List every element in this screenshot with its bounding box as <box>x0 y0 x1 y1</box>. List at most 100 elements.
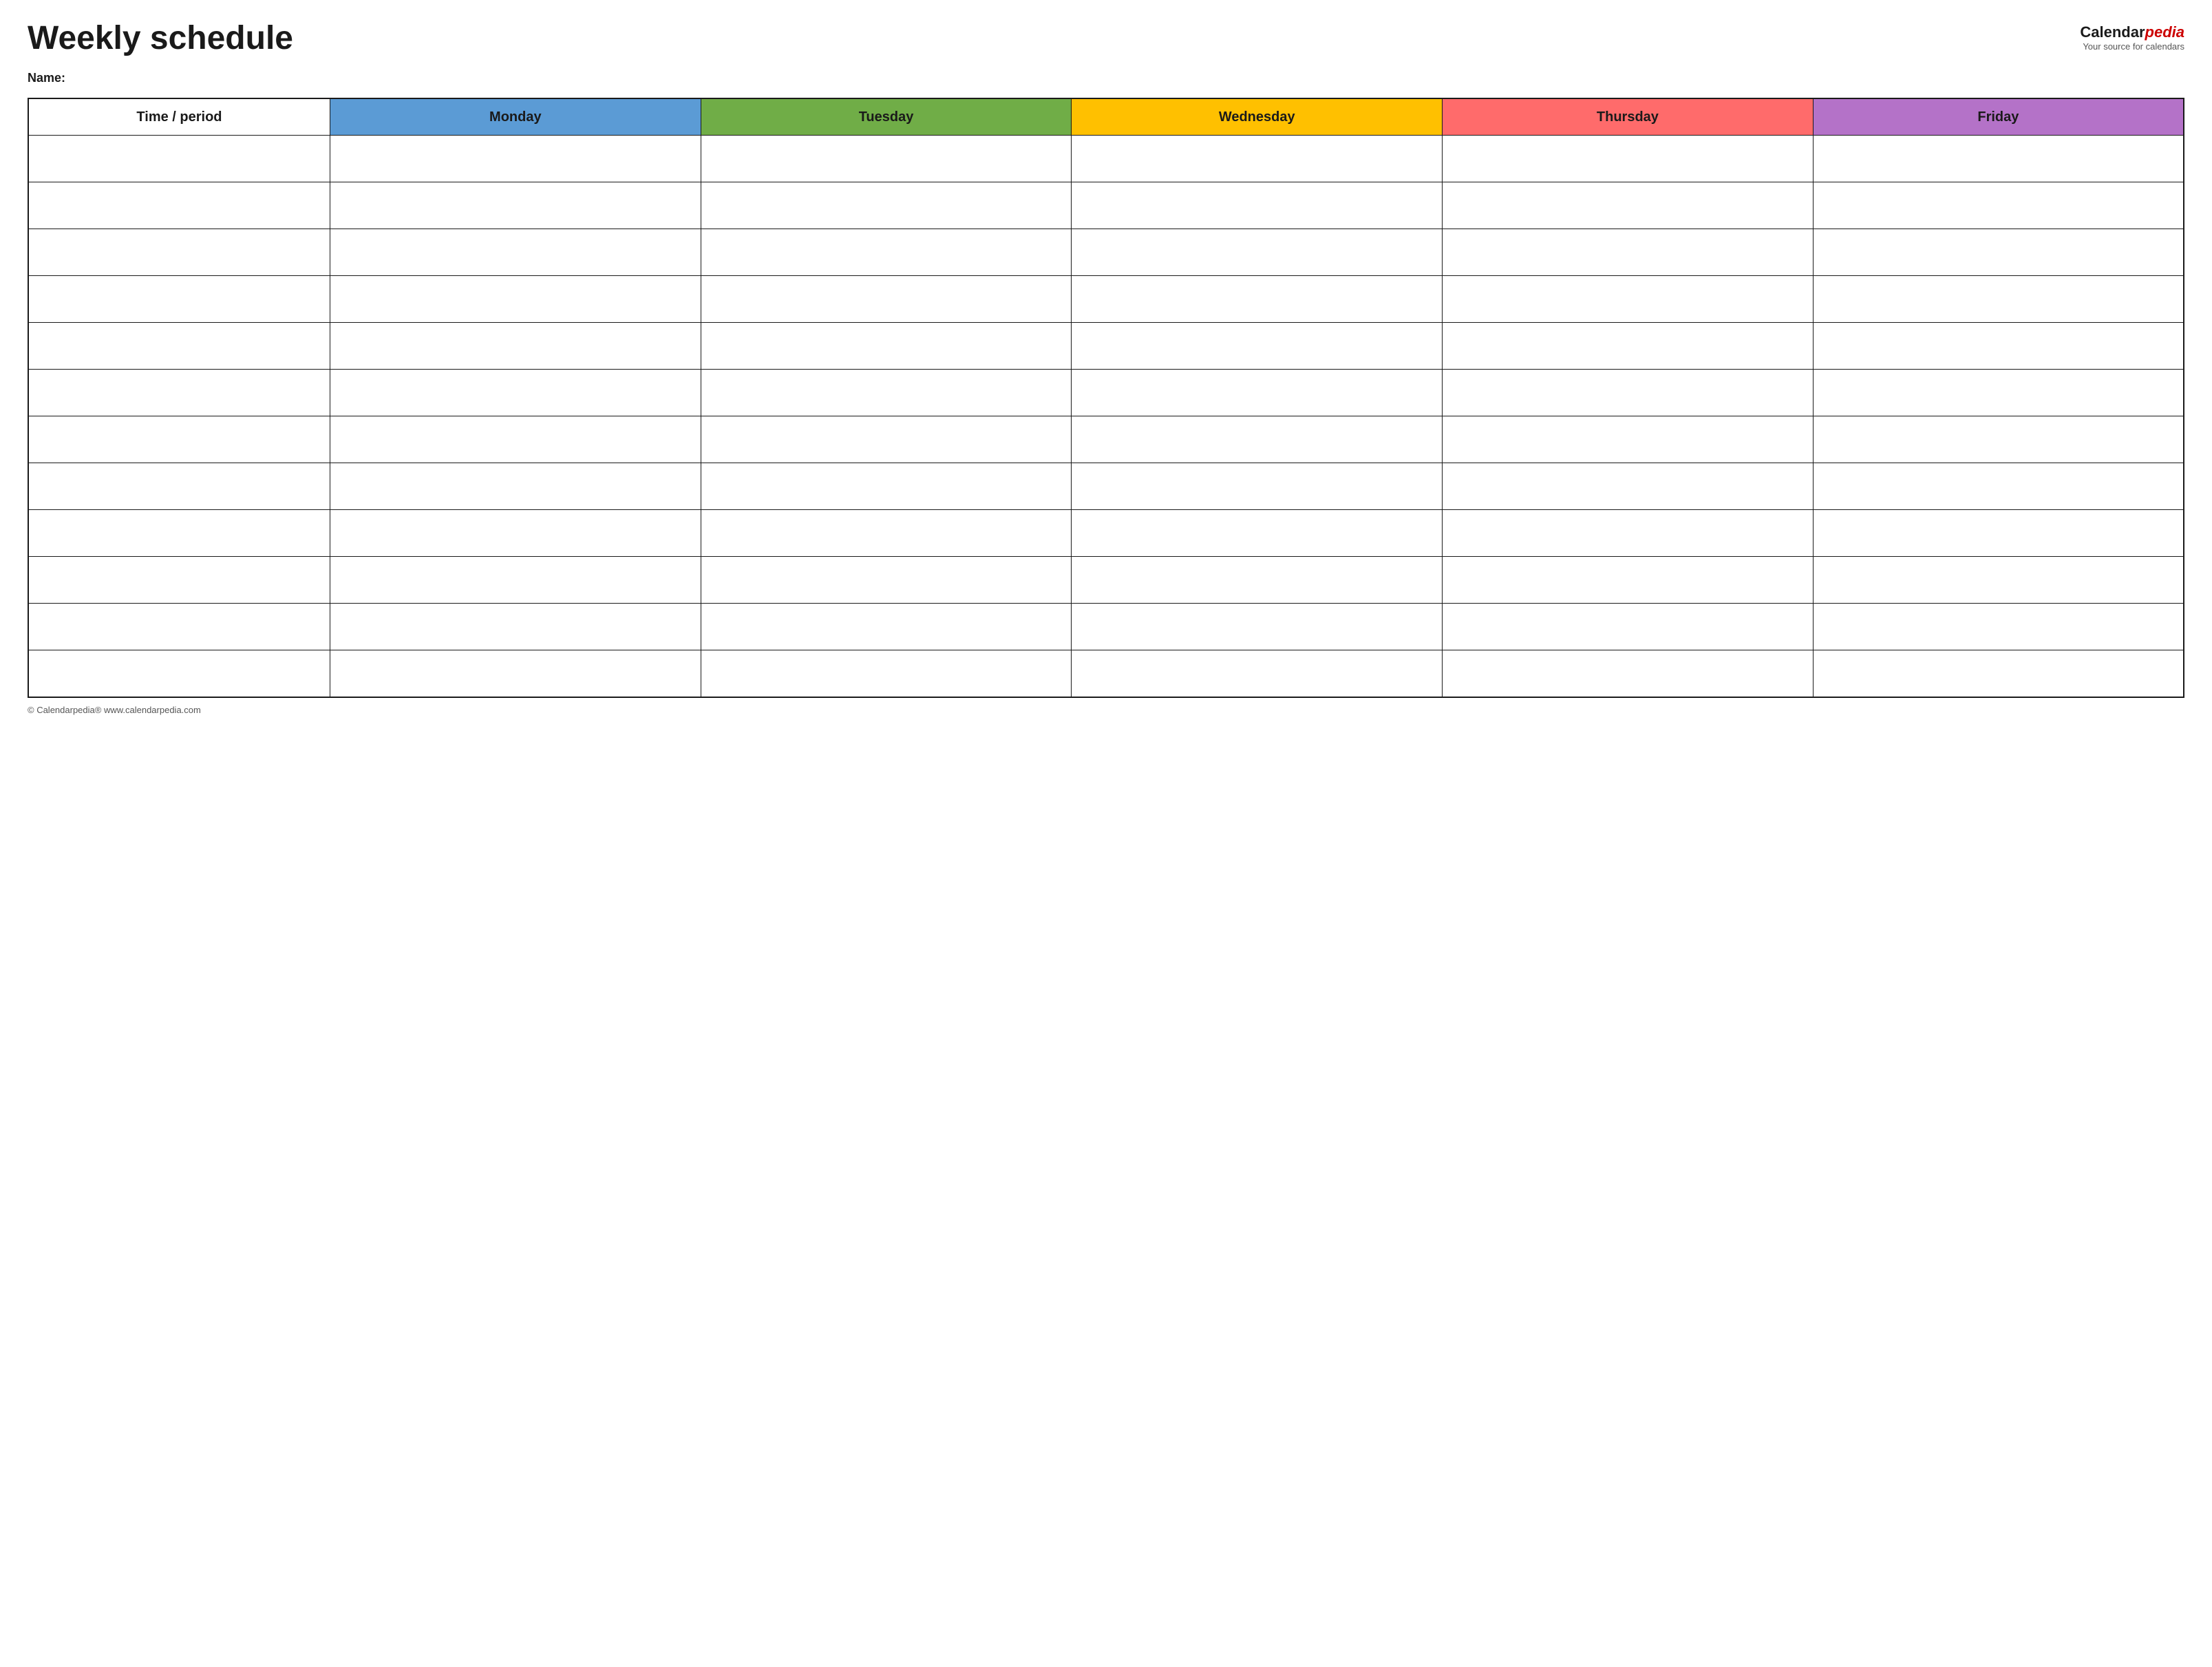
table-cell[interactable] <box>1443 510 1814 557</box>
table-cell[interactable] <box>1443 276 1814 323</box>
table-cell[interactable] <box>330 650 701 697</box>
table-row <box>28 136 2184 182</box>
table-cell[interactable] <box>28 650 330 697</box>
table-row <box>28 229 2184 276</box>
table-cell[interactable] <box>1443 463 1814 510</box>
table-cell[interactable] <box>330 463 701 510</box>
table-cell[interactable] <box>1072 182 1443 229</box>
table-cell[interactable] <box>28 323 330 370</box>
table-cell[interactable] <box>701 650 1072 697</box>
table-cell[interactable] <box>330 416 701 463</box>
table-cell[interactable] <box>28 604 330 650</box>
table-cell[interactable] <box>28 182 330 229</box>
table-cell[interactable] <box>1072 229 1443 276</box>
table-row <box>28 463 2184 510</box>
schedule-table: Time / period Monday Tuesday Wednesday T… <box>28 98 2184 698</box>
table-row <box>28 650 2184 697</box>
table-cell[interactable] <box>1443 557 1814 604</box>
table-cell[interactable] <box>330 370 701 416</box>
table-cell[interactable] <box>1443 323 1814 370</box>
table-cell[interactable] <box>701 604 1072 650</box>
table-cell[interactable] <box>1072 276 1443 323</box>
name-section: Name: <box>28 71 2184 85</box>
logo-pedia-part: pedia <box>2145 23 2184 41</box>
header-friday: Friday <box>1813 98 2184 136</box>
table-cell[interactable] <box>701 323 1072 370</box>
table-cell[interactable] <box>1072 416 1443 463</box>
table-cell[interactable] <box>1813 136 2184 182</box>
table-cell[interactable] <box>330 557 701 604</box>
table-row <box>28 557 2184 604</box>
table-cell[interactable] <box>330 229 701 276</box>
table-cell[interactable] <box>28 510 330 557</box>
table-cell[interactable] <box>1443 416 1814 463</box>
name-label: Name: <box>28 71 65 85</box>
table-cell[interactable] <box>701 510 1072 557</box>
table-cell[interactable] <box>1813 604 2184 650</box>
table-header-row: Time / period Monday Tuesday Wednesday T… <box>28 98 2184 136</box>
table-cell[interactable] <box>1443 229 1814 276</box>
table-cell[interactable] <box>1072 604 1443 650</box>
table-cell[interactable] <box>1813 463 2184 510</box>
table-cell[interactable] <box>701 557 1072 604</box>
table-cell[interactable] <box>1072 370 1443 416</box>
table-row <box>28 510 2184 557</box>
table-cell[interactable] <box>330 510 701 557</box>
table-cell[interactable] <box>1072 650 1443 697</box>
table-cell[interactable] <box>28 276 330 323</box>
table-cell[interactable] <box>330 604 701 650</box>
header-tuesday: Tuesday <box>701 98 1072 136</box>
table-cell[interactable] <box>1443 370 1814 416</box>
table-cell[interactable] <box>1813 510 2184 557</box>
table-cell[interactable] <box>1072 136 1443 182</box>
table-cell[interactable] <box>1072 463 1443 510</box>
table-cell[interactable] <box>1813 416 2184 463</box>
table-cell[interactable] <box>701 136 1072 182</box>
table-cell[interactable] <box>701 276 1072 323</box>
table-cell[interactable] <box>1813 323 2184 370</box>
table-cell[interactable] <box>1813 370 2184 416</box>
table-cell[interactable] <box>1443 182 1814 229</box>
table-cell[interactable] <box>28 463 330 510</box>
table-cell[interactable] <box>701 370 1072 416</box>
table-cell[interactable] <box>1813 229 2184 276</box>
header-thursday: Thursday <box>1443 98 1814 136</box>
header-wednesday: Wednesday <box>1072 98 1443 136</box>
table-cell[interactable] <box>1443 650 1814 697</box>
table-row <box>28 604 2184 650</box>
table-cell[interactable] <box>1813 650 2184 697</box>
table-row <box>28 416 2184 463</box>
page-title: Weekly schedule <box>28 21 293 57</box>
table-cell[interactable] <box>28 557 330 604</box>
table-cell[interactable] <box>28 370 330 416</box>
table-cell[interactable] <box>1443 604 1814 650</box>
logo-container: Calendarpedia Your source for calendars <box>2080 21 2184 52</box>
header-monday: Monday <box>330 98 701 136</box>
table-cell[interactable] <box>1813 182 2184 229</box>
footer-text: © Calendarpedia® www.calendarpedia.com <box>28 705 201 715</box>
table-cell[interactable] <box>28 136 330 182</box>
table-cell[interactable] <box>330 276 701 323</box>
table-cell[interactable] <box>1443 136 1814 182</box>
table-cell[interactable] <box>330 136 701 182</box>
header-time: Time / period <box>28 98 330 136</box>
table-row <box>28 370 2184 416</box>
logo-tagline: Your source for calendars <box>2080 41 2184 52</box>
table-cell[interactable] <box>28 416 330 463</box>
table-cell[interactable] <box>1813 557 2184 604</box>
table-row <box>28 276 2184 323</box>
table-cell[interactable] <box>1072 510 1443 557</box>
table-cell[interactable] <box>1072 557 1443 604</box>
logo: Calendarpedia <box>2080 23 2184 41</box>
table-cell[interactable] <box>701 229 1072 276</box>
table-cell[interactable] <box>28 229 330 276</box>
table-cell[interactable] <box>701 463 1072 510</box>
table-cell[interactable] <box>701 416 1072 463</box>
table-row <box>28 182 2184 229</box>
table-cell[interactable] <box>330 323 701 370</box>
table-cell[interactable] <box>701 182 1072 229</box>
table-cell[interactable] <box>1813 276 2184 323</box>
table-cell[interactable] <box>330 182 701 229</box>
logo-calendar-part: Calendar <box>2080 23 2145 41</box>
table-cell[interactable] <box>1072 323 1443 370</box>
